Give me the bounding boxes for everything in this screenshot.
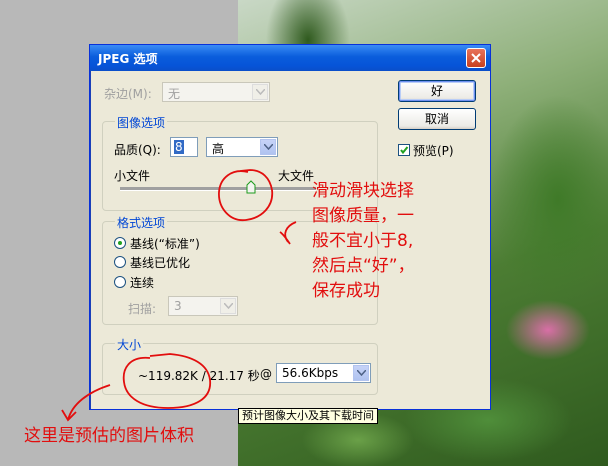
ok-button[interactable]: 好 — [398, 80, 476, 102]
annotation-line: 然后点“好”， — [312, 256, 415, 276]
format-options-legend: 格式选项 — [115, 214, 168, 231]
preview-label: 预览(P) — [413, 144, 454, 158]
annotation-note-slider: 滑动滑块选择 图像质量，一 般不宜小于8, 然后点“好”， 保存成功 — [312, 179, 415, 304]
preview-checkbox[interactable] — [398, 144, 410, 156]
size-estimate: ~119.82K / 21.17 秒 — [138, 369, 260, 383]
quality-input[interactable]: 8 — [170, 137, 198, 157]
jpeg-options-dialog: JPEG 选项 杂边(M): 无 图像选项 品质(Q): 8 高 小文件 大文件… — [89, 44, 491, 410]
chevron-down-icon — [353, 365, 369, 381]
quality-slider-track[interactable] — [120, 187, 316, 191]
image-options-legend: 图像选项 — [115, 114, 168, 131]
quality-value: 8 — [174, 140, 184, 154]
large-file-label: 大文件 — [278, 169, 315, 183]
size-tooltip: 预计图像大小及其下载时间 — [238, 408, 378, 424]
title-bar[interactable]: JPEG 选项 — [90, 45, 490, 71]
download-speed-value: 56.6Kbps — [282, 366, 339, 380]
format-option-label: 基线已优化 — [130, 256, 191, 270]
radio-button[interactable] — [114, 256, 126, 268]
matte-value: 无 — [168, 87, 181, 101]
quality-slider-thumb[interactable] — [246, 180, 256, 194]
size-legend: 大小 — [115, 336, 144, 353]
close-button[interactable] — [466, 48, 486, 68]
quality-level-value: 高 — [212, 142, 225, 156]
chevron-down-icon — [220, 298, 236, 314]
annotation-line: 图像质量，一 — [312, 206, 414, 226]
scan-label: 扫描: — [128, 302, 157, 316]
cancel-button[interactable]: 取消 — [398, 108, 476, 130]
chevron-down-icon — [260, 139, 276, 155]
chevron-down-icon — [252, 84, 268, 100]
download-speed-select[interactable]: 56.6Kbps — [276, 363, 371, 383]
quality-level-select[interactable]: 高 — [206, 137, 278, 157]
format-option-label: 基线(“标准”) — [130, 237, 200, 251]
checkmark-icon — [400, 146, 409, 155]
small-file-label: 小文件 — [114, 169, 151, 183]
annotation-line: 般不宜小于8, — [312, 231, 414, 251]
quality-label: 品质(Q): — [114, 143, 161, 157]
at-label: @ — [260, 367, 272, 381]
scan-value: 3 — [174, 299, 182, 313]
annotation-line: 滑动滑块选择 — [312, 181, 414, 201]
close-icon — [471, 53, 481, 63]
scan-select[interactable]: 3 — [168, 296, 238, 316]
format-option-label: 连续 — [130, 276, 155, 290]
annotation-note-size: 这里是预估的图片体积 — [24, 426, 194, 446]
matte-label: 杂边(M): — [104, 87, 152, 101]
matte-select[interactable]: 无 — [162, 82, 270, 102]
radio-button[interactable] — [114, 237, 126, 249]
radio-button[interactable] — [114, 276, 126, 288]
annotation-line: 保存成功 — [312, 281, 380, 301]
dialog-title: JPEG 选项 — [98, 52, 158, 66]
